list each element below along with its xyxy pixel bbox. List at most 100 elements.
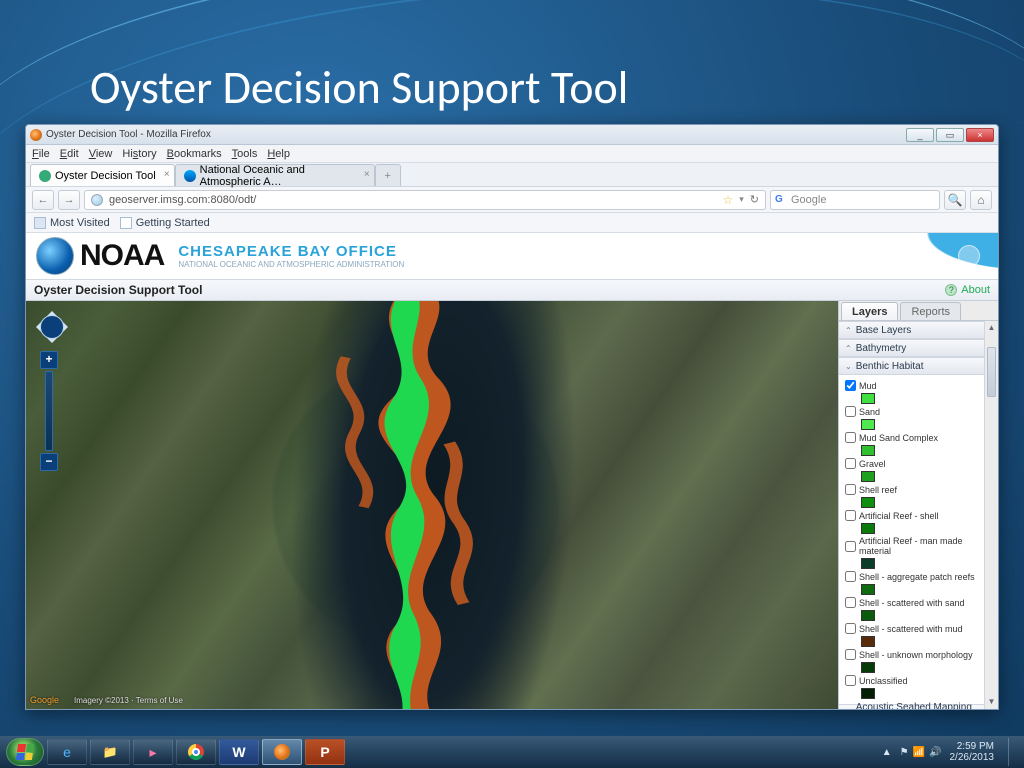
maximize-button[interactable]: ▭ xyxy=(936,128,964,142)
layer-checkbox[interactable] xyxy=(845,432,856,443)
menu-bookmarks[interactable]: Bookmarks xyxy=(167,148,222,160)
bookmark-star-icon[interactable]: ☆ xyxy=(722,193,733,207)
dropdown-icon[interactable]: ▾ xyxy=(739,194,744,205)
tab-close-icon[interactable]: × xyxy=(164,169,170,180)
tab-label: Oyster Decision Tool xyxy=(55,170,156,182)
tray-volume-icon[interactable]: 🔊 xyxy=(929,747,941,758)
tray-icons: ⚑ 📶 🔊 xyxy=(900,747,942,758)
start-button[interactable] xyxy=(6,738,44,766)
new-tab-button[interactable]: + xyxy=(375,164,401,186)
layer-item: Mud Sand Complex xyxy=(845,432,994,456)
layer-checkbox[interactable] xyxy=(845,623,856,634)
panel-scrollbar[interactable]: ▲ ▼ xyxy=(984,321,998,709)
taskbar-clock[interactable]: 2:59 PM 2/26/2013 xyxy=(950,741,995,763)
map-google-logo[interactable]: Google xyxy=(30,695,59,705)
bookmark-label: Getting Started xyxy=(136,217,210,229)
layer-checkbox[interactable] xyxy=(845,649,856,660)
layer-checkbox[interactable] xyxy=(845,675,856,686)
group-benthic-habitat[interactable]: ⌄Benthic Habitat xyxy=(839,357,998,375)
chevron-icon: ⌃ xyxy=(845,709,852,710)
layer-checkbox[interactable] xyxy=(845,541,856,552)
reload-icon[interactable]: ↻ xyxy=(750,193,759,206)
menu-bar: FFileile Edit View History Bookmarks Too… xyxy=(26,145,998,163)
menu-history[interactable]: History xyxy=(122,148,156,160)
layer-label: Mud xyxy=(859,381,877,391)
page-icon xyxy=(120,217,132,229)
forward-button[interactable]: → xyxy=(58,190,80,210)
show-desktop-button[interactable] xyxy=(1008,738,1018,766)
home-button[interactable]: ⌂ xyxy=(970,190,992,210)
minimize-button[interactable]: _ xyxy=(906,128,934,142)
scroll-down-icon[interactable]: ▼ xyxy=(985,695,998,709)
noaa-logo-icon[interactable] xyxy=(36,237,74,275)
map-canvas[interactable]: + − Google Imagery ©2013 · Terms of Use xyxy=(26,301,838,709)
layer-swatch xyxy=(861,610,875,621)
site-header: NOAA CHESAPEAKE BAY OFFICE NATIONAL OCEA… xyxy=(26,233,998,279)
layer-checkbox[interactable] xyxy=(845,597,856,608)
taskbar-chrome[interactable] xyxy=(176,739,216,765)
group-acoustic[interactable]: ⌃Acoustic Seabed Mapping Surveys xyxy=(839,704,998,709)
zoom-slider[interactable] xyxy=(45,371,53,451)
layer-checkbox[interactable] xyxy=(845,380,856,391)
tab-noaa[interactable]: National Oceanic and Atmospheric A… × xyxy=(175,164,375,186)
tab-layers[interactable]: Layers xyxy=(841,302,898,320)
url-bar[interactable]: geoserver.imsg.com:8080/odt/ ☆ ▾ ↻ xyxy=(84,190,766,210)
taskbar-firefox[interactable] xyxy=(262,739,302,765)
about-button[interactable]: ? About xyxy=(945,284,990,296)
bookmarks-toolbar: Most Visited Getting Started xyxy=(26,213,998,233)
layer-checkbox[interactable] xyxy=(845,484,856,495)
bookmark-getting-started[interactable]: Getting Started xyxy=(120,217,210,229)
menu-tools[interactable]: Tools xyxy=(232,148,258,160)
search-placeholder: Google xyxy=(791,194,826,206)
layer-label: Sand xyxy=(859,407,880,417)
tab-oyster-tool[interactable]: Oyster Decision Tool × xyxy=(30,164,175,186)
map-water xyxy=(270,301,594,709)
menu-view[interactable]: View xyxy=(89,148,113,160)
layer-label: Shell - scattered with mud xyxy=(859,624,963,634)
nav-toolbar: ← → geoserver.imsg.com:8080/odt/ ☆ ▾ ↻ G… xyxy=(26,187,998,213)
layer-checkbox[interactable] xyxy=(845,510,856,521)
layer-item: Shell - scattered with sand xyxy=(845,597,994,621)
layer-swatch xyxy=(861,497,875,508)
tray-overflow-icon[interactable]: ▲ xyxy=(882,747,892,758)
close-button[interactable]: × xyxy=(966,128,994,142)
group-bathymetry[interactable]: ⌃Bathymetry xyxy=(839,339,998,357)
search-button[interactable]: 🔍 xyxy=(944,190,966,210)
menu-help[interactable]: Help xyxy=(267,148,290,160)
layer-swatch xyxy=(861,523,875,534)
taskbar-mediaplayer[interactable]: ▸ xyxy=(133,739,173,765)
chevron-icon: ⌃ xyxy=(845,344,852,353)
folder-icon xyxy=(34,217,46,229)
zoom-in-button[interactable]: + xyxy=(40,351,58,369)
taskbar-explorer[interactable]: 📁 xyxy=(90,739,130,765)
taskbar-ie[interactable]: e xyxy=(47,739,87,765)
layer-swatch xyxy=(861,445,875,456)
firefox-icon xyxy=(30,129,42,141)
tray-flag-icon[interactable]: ⚑ xyxy=(900,747,909,758)
scroll-up-icon[interactable]: ▲ xyxy=(985,321,998,335)
layer-swatch xyxy=(861,636,875,647)
map-pan-control[interactable] xyxy=(32,307,72,347)
menu-edit[interactable]: Edit xyxy=(60,148,79,160)
taskbar-word[interactable]: W xyxy=(219,739,259,765)
site-identity-icon[interactable] xyxy=(91,194,103,206)
back-button[interactable]: ← xyxy=(32,190,54,210)
pan-center-icon[interactable] xyxy=(40,315,64,339)
help-icon: ? xyxy=(945,284,957,296)
window-titlebar[interactable]: Oyster Decision Tool - Mozilla Firefox _… xyxy=(26,125,998,145)
taskbar-powerpoint[interactable]: P xyxy=(305,739,345,765)
tab-close-icon[interactable]: × xyxy=(364,169,370,180)
layer-checkbox[interactable] xyxy=(845,571,856,582)
group-base-layers[interactable]: ⌃Base Layers xyxy=(839,321,998,339)
menu-file[interactable]: FFileile xyxy=(32,148,50,160)
map-attribution[interactable]: Imagery ©2013 · Terms of Use xyxy=(74,696,183,705)
tab-reports[interactable]: Reports xyxy=(900,302,961,320)
layer-checkbox[interactable] xyxy=(845,406,856,417)
search-box[interactable]: G Google xyxy=(770,190,940,210)
layer-checkbox[interactable] xyxy=(845,458,856,469)
zoom-out-button[interactable]: − xyxy=(40,453,58,471)
tray-network-icon[interactable]: 📶 xyxy=(913,747,925,758)
bookmark-most-visited[interactable]: Most Visited xyxy=(34,217,110,229)
scroll-thumb[interactable] xyxy=(987,347,996,397)
layer-label: Artificial Reef - man made material xyxy=(859,536,994,556)
